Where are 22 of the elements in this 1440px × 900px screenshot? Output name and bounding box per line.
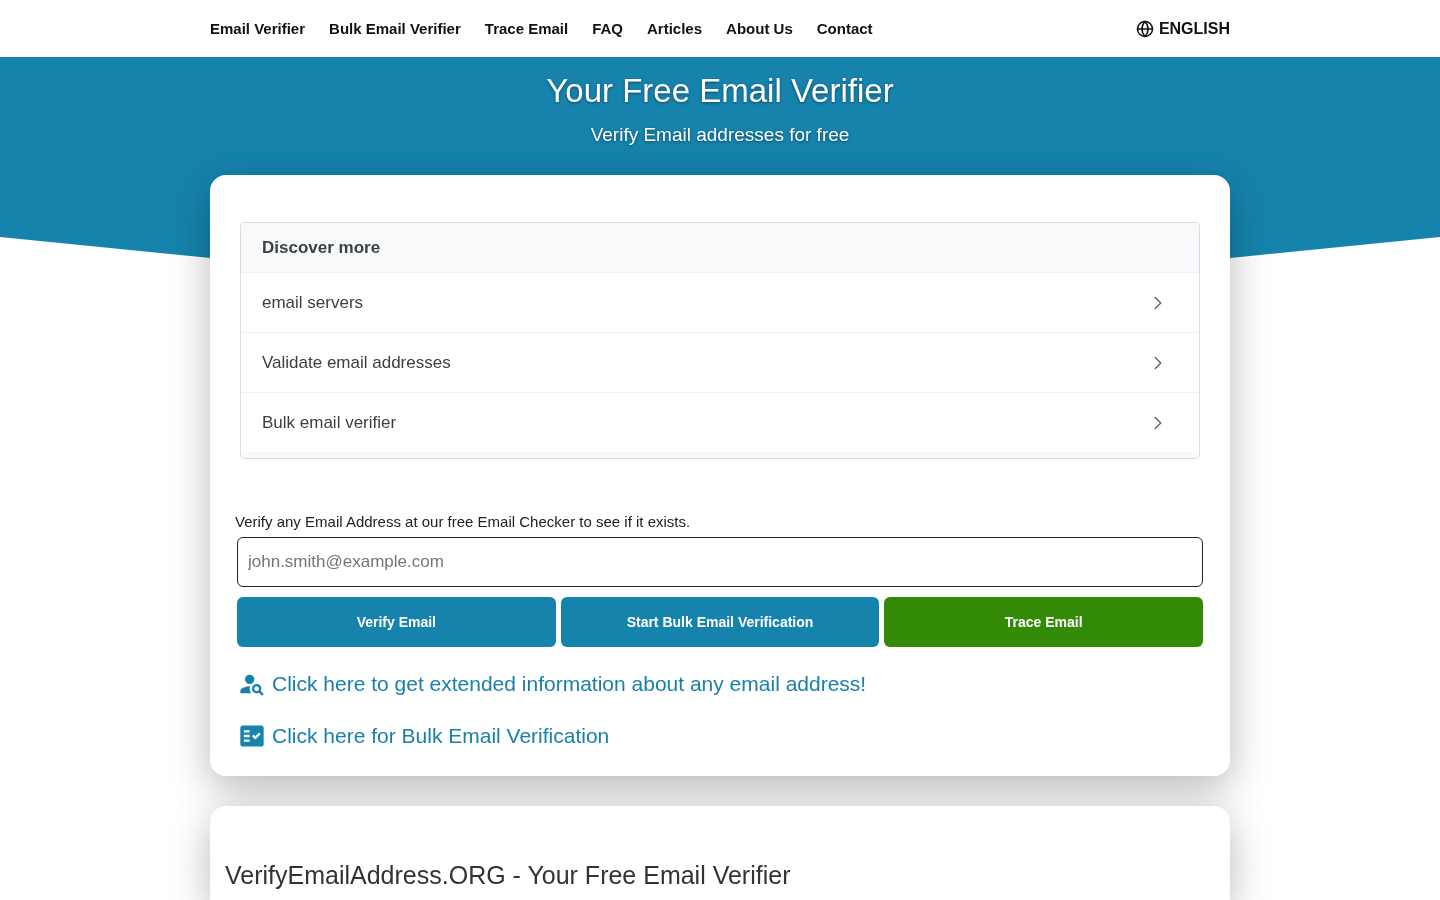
nav-link[interactable]: FAQ (592, 20, 624, 37)
hero-subtitle: Verify Email addresses for free (590, 123, 850, 147)
hero-title: Your Free Email Verifier (546, 71, 894, 111)
nav-link[interactable]: Bulk Email Verifier (329, 20, 461, 37)
extended-info-link[interactable]: Click here to get extended information about any email address! (238, 670, 867, 698)
language-button[interactable]: ENGLISH (1135, 19, 1230, 38)
discover-item[interactable]: Validate email addresses (241, 332, 1199, 392)
about-title: VerifyEmailAddress.ORG - Your Free Email Verifier (225, 860, 791, 890)
globe-icon (1135, 19, 1154, 38)
bulk-verification-link[interactable]: Click here for Bulk Email Verification (238, 722, 610, 750)
nav-link[interactable]: Trace Email (484, 20, 569, 37)
bulk-verification-button[interactable]: Start Bulk Email Verification (560, 597, 880, 647)
email-input-field[interactable]: john.smith@example.com (237, 537, 1203, 587)
nav-link[interactable]: Articles (647, 20, 703, 37)
nav-link[interactable]: About Us (726, 20, 793, 37)
nav-link[interactable]: Email Verifier (210, 20, 306, 37)
trace-email-button[interactable]: Trace Email (884, 597, 1203, 647)
verify-email-button[interactable]: Verify Email (237, 597, 556, 647)
email-field-label: Verify any Email Address at our free Email Checker to see if it exists. (235, 513, 691, 531)
discover-title: Discover more (262, 237, 381, 258)
discover-item[interactable]: email servers (241, 272, 1199, 332)
nav-link[interactable]: Contact (816, 20, 873, 37)
